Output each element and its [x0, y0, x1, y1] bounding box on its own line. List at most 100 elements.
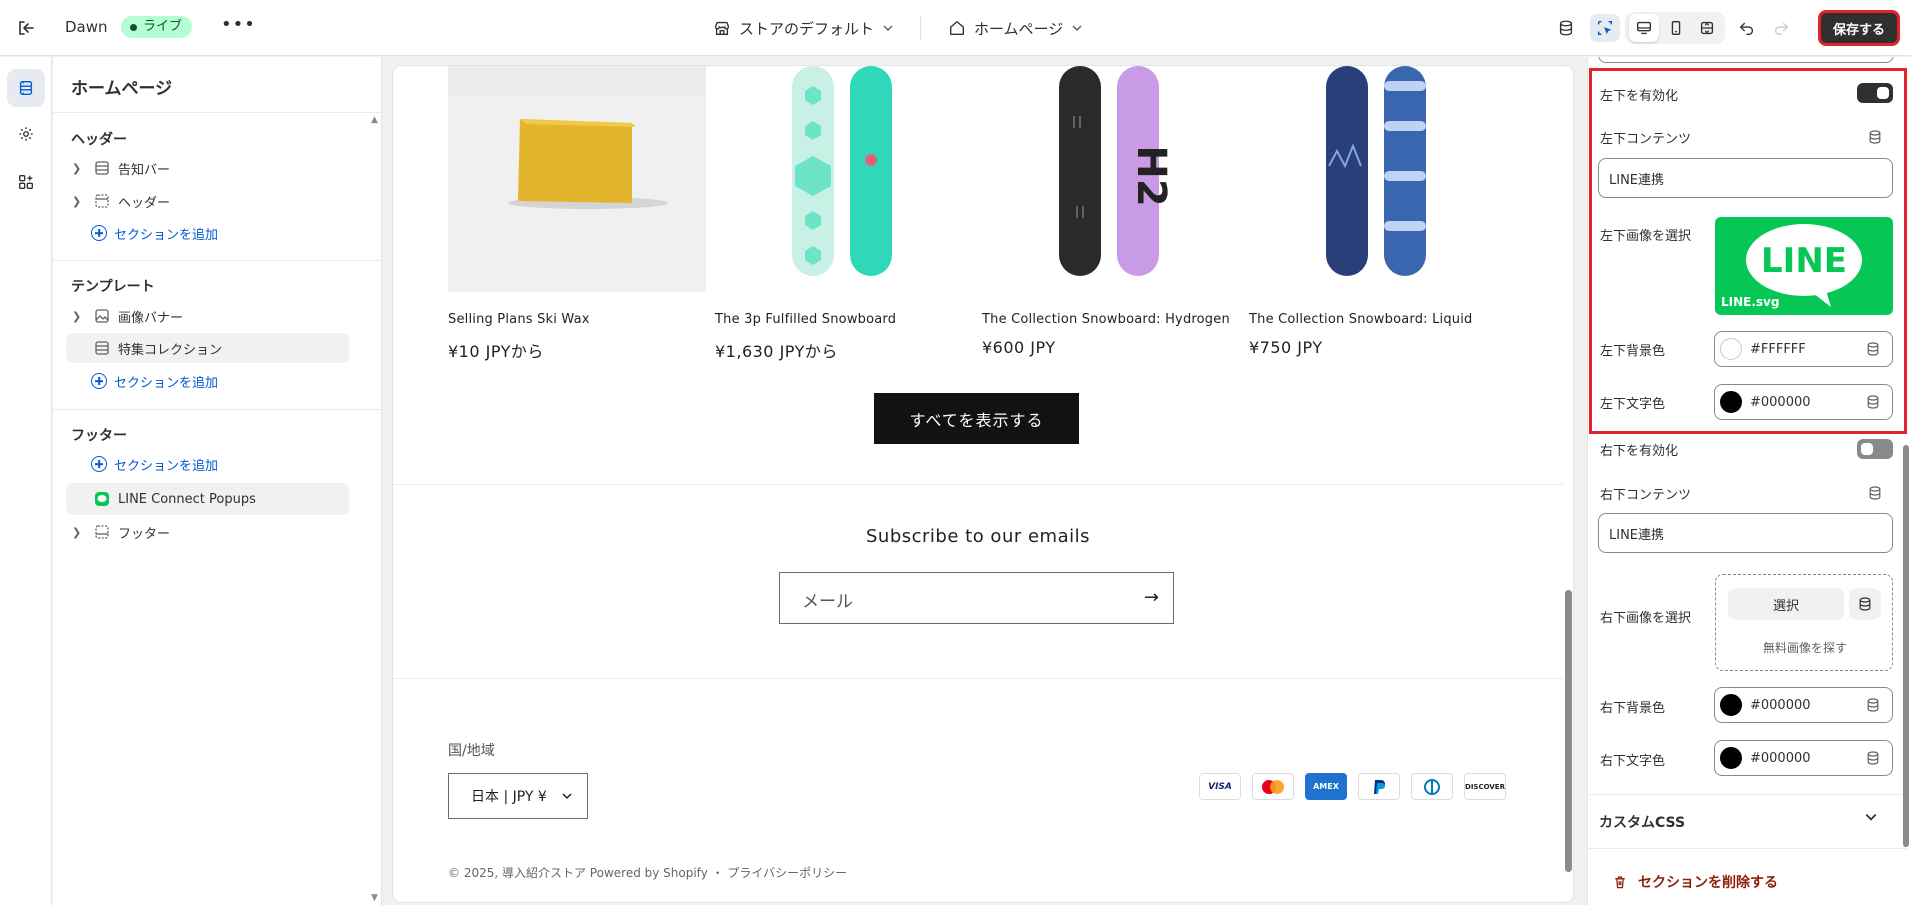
left-enable-toggle[interactable]: [1857, 83, 1893, 103]
color-swatch[interactable]: [1720, 747, 1742, 769]
sidebar-item-line-connect-popups[interactable]: LINE Connect Popups: [66, 483, 349, 515]
left-content-input[interactable]: LINE連携: [1598, 158, 1893, 198]
country-selector[interactable]: 日本 | JPY ¥: [448, 773, 588, 819]
dynamic-source-icon[interactable]: [1849, 588, 1881, 620]
product-image[interactable]: [448, 66, 706, 292]
product-name[interactable]: The 3p Fulfilled Snowboard: [715, 312, 896, 327]
mobile-view-icon[interactable]: [1661, 14, 1691, 42]
right-content-label: 右下コンテンツ: [1600, 488, 1692, 503]
save-button[interactable]: 保存する: [1818, 10, 1900, 46]
email-placeholder: メール: [802, 592, 853, 612]
add-section-label: セクションを追加: [114, 375, 219, 391]
settings-scrollbar[interactable]: [1903, 445, 1909, 847]
product-card[interactable]: Selling Plans Ski Wax ¥10 JPYから: [448, 66, 706, 361]
full-width-view-icon[interactable]: [1692, 14, 1722, 42]
divider: [393, 678, 1563, 679]
store-selector[interactable]: ストアのデフォルト: [713, 17, 894, 39]
chevron-right-icon[interactable]: ❯: [72, 526, 86, 539]
scroll-down-arrow[interactable]: ▼: [371, 893, 378, 903]
right-content-input[interactable]: LINE連携: [1598, 513, 1893, 553]
chevron-right-icon[interactable]: ❯: [72, 195, 86, 208]
left-text-color-value: #000000: [1750, 394, 1811, 410]
right-text-color-label: 右下文字色: [1600, 754, 1666, 769]
color-swatch[interactable]: [1720, 391, 1742, 413]
right-enable-toggle[interactable]: [1857, 439, 1893, 459]
sidebar-item-footer[interactable]: ❯ フッター: [66, 517, 349, 547]
home-icon: [950, 21, 964, 35]
add-section-button[interactable]: セクションを追加: [91, 452, 218, 476]
left-image-thumbnail[interactable]: LINE LINE.svg: [1715, 217, 1893, 315]
chevron-right-icon[interactable]: ❯: [72, 310, 86, 323]
gear-icon[interactable]: [7, 115, 45, 153]
find-free-images-link[interactable]: 無料画像を探す: [1716, 639, 1894, 656]
product-name[interactable]: Selling Plans Ski Wax: [448, 312, 590, 327]
arrow-right-icon[interactable]: →: [1144, 587, 1159, 608]
sidebar-item-image-banner[interactable]: ❯ 画像バナー: [66, 301, 349, 331]
footer-layout-icon: [93, 523, 111, 541]
product-card[interactable]: The Collection Snowboard: Liquid ¥750 JP…: [1249, 66, 1507, 357]
dynamic-source-icon[interactable]: [1865, 341, 1881, 357]
dynamic-source-icon[interactable]: [1865, 697, 1881, 713]
chevron-right-icon[interactable]: ❯: [72, 162, 86, 175]
undo-icon[interactable]: [1732, 14, 1762, 42]
add-section-label: セクションを追加: [114, 458, 219, 474]
diners-icon: [1411, 773, 1453, 800]
country-value: 日本 | JPY ¥: [471, 789, 547, 805]
product-image[interactable]: [1249, 66, 1507, 292]
icon-rail: [0, 57, 52, 905]
product-card[interactable]: The 3p Fulfilled Snowboard ¥1,630 JPYから: [715, 66, 973, 361]
dynamic-source-icon[interactable]: [1867, 129, 1883, 145]
product-name[interactable]: The Collection Snowboard: Hydrogen: [982, 312, 1230, 327]
sidebar-item-featured-collection[interactable]: 特集コレクション: [66, 333, 349, 363]
database-icon[interactable]: [1551, 14, 1581, 42]
color-swatch[interactable]: [1720, 694, 1742, 716]
newsletter-email-field[interactable]: メール →: [779, 572, 1174, 624]
add-section-button[interactable]: セクションを追加: [91, 369, 218, 393]
paypal-icon: [1358, 773, 1400, 800]
delete-section-label: セクションを削除する: [1638, 875, 1778, 891]
redo-icon[interactable]: [1766, 14, 1796, 42]
product-image[interactable]: [715, 66, 973, 292]
announcement-bar-icon: [93, 159, 111, 177]
preview-scrollbar[interactable]: [1565, 590, 1572, 872]
apps-icon[interactable]: [7, 163, 45, 201]
store-icon: [715, 21, 729, 35]
right-enable-label: 右下を有効化: [1600, 444, 1679, 459]
dynamic-source-icon[interactable]: [1865, 394, 1881, 410]
exit-icon[interactable]: [14, 16, 38, 40]
sections-sidebar: ホームページ ▲ ヘッダー ❯ 告知バー ❯ ヘッダー セクションを追加 テンプ…: [53, 57, 382, 905]
sidebar-item-header[interactable]: ❯ ヘッダー: [66, 186, 349, 216]
page-title: ホームページ: [71, 79, 173, 99]
product-name[interactable]: The Collection Snowboard: Liquid: [1249, 312, 1472, 327]
sections-icon[interactable]: [7, 69, 45, 107]
view-all-button[interactable]: すべてを表示する: [874, 393, 1079, 444]
template-group-heading: テンプレート: [71, 279, 155, 295]
text-field[interactable]: [1598, 57, 1894, 63]
color-swatch[interactable]: [1720, 338, 1742, 360]
footer-copyright[interactable]: © 2025, 導入紹介ストア Powered by Shopify ・ プライ…: [448, 864, 847, 881]
product-image[interactable]: H2: [982, 66, 1240, 292]
divider: [53, 260, 382, 261]
add-section-button[interactable]: セクションを追加: [91, 221, 218, 245]
custom-css-toggle[interactable]: カスタムCSS: [1599, 812, 1685, 832]
delete-section-button[interactable]: セクションを削除する: [1612, 872, 1778, 892]
more-actions-button[interactable]: •••: [221, 14, 256, 35]
add-section-label: セクションを追加: [114, 227, 219, 243]
page-selector[interactable]: ホームページ: [948, 17, 1083, 39]
dynamic-source-icon[interactable]: [1865, 750, 1881, 766]
product-price: ¥1,630 JPYから: [715, 342, 838, 361]
plus-circle-icon: [91, 225, 107, 241]
desktop-view-icon[interactable]: [1629, 14, 1659, 42]
product-card[interactable]: H2 The Collection Snowboard: Hydrogen ¥6…: [982, 66, 1240, 357]
scroll-up-arrow[interactable]: ▲: [371, 115, 378, 125]
sidebar-item-announcement-bar[interactable]: ❯ 告知バー: [66, 153, 349, 183]
header-layout-icon: [93, 192, 111, 210]
chevron-down-icon[interactable]: [1864, 810, 1878, 828]
page-selector-label: ホームページ: [974, 19, 1064, 38]
dynamic-source-icon[interactable]: [1867, 485, 1883, 501]
sidebar-item-label: LINE Connect Popups: [118, 491, 256, 507]
sidebar-item-label: ヘッダー: [118, 195, 171, 211]
mastercard-icon: [1252, 773, 1294, 800]
select-image-button[interactable]: 選択: [1728, 588, 1844, 620]
inspector-select-icon[interactable]: [1590, 14, 1620, 42]
